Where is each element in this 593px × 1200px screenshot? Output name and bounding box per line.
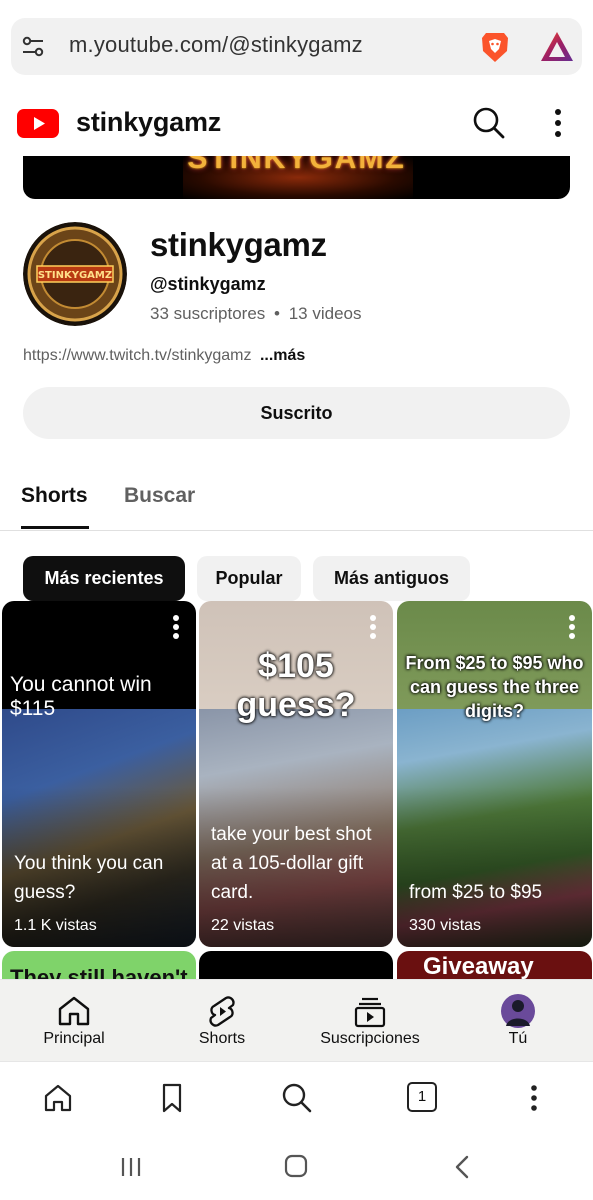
- tabs-divider: [0, 530, 593, 531]
- short-views: 22 vistas: [211, 917, 275, 934]
- banner-text: STINKYGAMZ: [187, 156, 406, 175]
- channel-handle: @stinkygamz: [150, 274, 266, 294]
- browser-toolbar: 1: [0, 1061, 593, 1139]
- nav-subscriptions-label: Suscripciones: [320, 1030, 420, 1047]
- nav-shorts-label: Shorts: [198, 1030, 246, 1047]
- chip-most-recent[interactable]: Más recientes: [23, 556, 185, 601]
- avatar-logo-icon: STINKYGAMZ: [23, 222, 127, 326]
- site-settings-icon[interactable]: [21, 35, 45, 59]
- youtube-logo-icon[interactable]: [17, 109, 59, 138]
- tab-count: 1: [417, 1088, 427, 1105]
- android-nav-bar: [0, 1139, 593, 1200]
- channel-name: stinkygamz: [150, 226, 327, 263]
- bookmark-icon[interactable]: [157, 1082, 187, 1114]
- tab-shorts[interactable]: Shorts: [21, 484, 88, 508]
- browser-menu-icon[interactable]: [522, 1082, 546, 1114]
- tab-switcher-button[interactable]: 1: [407, 1082, 437, 1112]
- short-views: 1.1 K vistas: [14, 917, 97, 934]
- short-title: take your best shot at a 105-dollar gift…: [211, 824, 372, 903]
- short-card[interactable]: From $25 to $95 who can guess the three …: [397, 601, 592, 947]
- brave-shields-icon[interactable]: [477, 29, 513, 65]
- subscribed-button[interactable]: Suscrito: [23, 387, 570, 439]
- nav-home[interactable]: Principal: [24, 980, 124, 1062]
- home-icon: [58, 996, 90, 1026]
- short-more-icon[interactable]: [172, 615, 180, 641]
- nav-you-label: Tú: [508, 1030, 528, 1047]
- nav-subscriptions[interactable]: Suscripciones: [310, 980, 430, 1062]
- short-card[interactable]: $105 guess? take your best shot at a 105…: [199, 601, 393, 947]
- channel-description[interactable]: https://www.twitch.tv/stinkygamz ...más: [23, 347, 305, 365]
- short-overlay-text: From $25 to $95 who can guess the three …: [405, 653, 584, 721]
- nav-shorts[interactable]: Shorts: [172, 980, 272, 1062]
- user-avatar-icon: [501, 994, 535, 1028]
- channel-link[interactable]: https://www.twitch.tv/stinkygamz: [23, 347, 252, 364]
- channel-stats: 33 suscriptores • 13 videos: [150, 304, 361, 324]
- more-link[interactable]: ...más: [260, 347, 305, 364]
- channel-banner: STINKYGAMZ: [23, 156, 570, 199]
- nav-you[interactable]: Tú: [478, 980, 558, 1062]
- browser-home-icon[interactable]: [43, 1082, 73, 1114]
- short-card[interactable]: You cannot win $115 You think you can gu…: [2, 601, 196, 947]
- short-more-icon[interactable]: [369, 615, 377, 641]
- brave-rewards-icon[interactable]: [539, 30, 575, 64]
- subscriber-count: 33 suscriptores: [150, 304, 266, 323]
- short-views: 330 vistas: [409, 917, 482, 934]
- chip-popular[interactable]: Popular: [197, 556, 301, 601]
- tab-search[interactable]: Buscar: [124, 484, 195, 508]
- subscriptions-icon: [354, 997, 386, 1028]
- back-icon[interactable]: [452, 1154, 472, 1180]
- chip-oldest[interactable]: Más antiguos: [313, 556, 470, 601]
- stats-separator: •: [274, 304, 280, 323]
- short-more-icon[interactable]: [568, 615, 576, 641]
- search-icon[interactable]: [472, 106, 506, 140]
- short-overlay-text: $105 guess?: [236, 647, 356, 724]
- active-tab-indicator: [21, 526, 89, 529]
- browser-search-icon[interactable]: [281, 1082, 313, 1114]
- short-overlay-text: You cannot win $115: [10, 673, 152, 720]
- short-peek-overlay: Giveaway: [423, 953, 534, 980]
- browser-url-bar[interactable]: m.youtube.com/@stinkygamz: [11, 18, 582, 75]
- youtube-header: stinkygamz: [0, 95, 593, 153]
- more-options-icon[interactable]: [546, 107, 570, 139]
- channel-avatar[interactable]: STINKYGAMZ: [23, 222, 127, 326]
- nav-home-label: Principal: [43, 1030, 105, 1047]
- video-count: 13 videos: [288, 304, 362, 323]
- youtube-bottom-nav: Principal Shorts Suscripciones Tú: [0, 979, 593, 1061]
- short-title: from $25 to $95: [409, 882, 543, 903]
- url-text[interactable]: m.youtube.com/@stinkygamz: [69, 32, 363, 58]
- header-channel-title: stinkygamz: [76, 107, 222, 137]
- recent-apps-icon[interactable]: [119, 1155, 143, 1179]
- short-title: You think you can guess?: [14, 853, 164, 903]
- svg-text:STINKYGAMZ: STINKYGAMZ: [38, 270, 112, 281]
- home-button-icon[interactable]: [284, 1154, 308, 1178]
- shorts-icon: [209, 996, 235, 1027]
